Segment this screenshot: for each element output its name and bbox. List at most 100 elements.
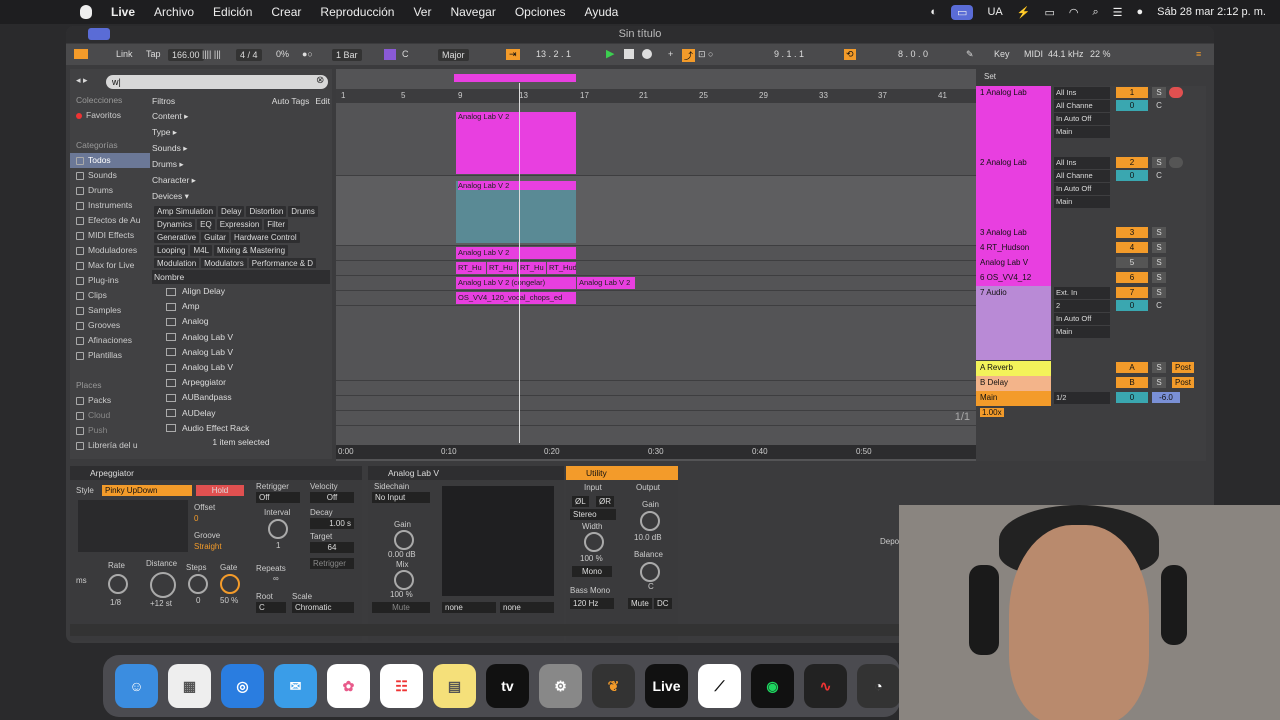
device-title[interactable]: Analog Lab V	[368, 466, 564, 480]
solo-button[interactable]: S	[1152, 377, 1166, 388]
list-item[interactable]: Align Delay	[152, 284, 330, 299]
favorites-item[interactable]: Favoritos	[70, 108, 150, 123]
tag[interactable]: Modulators	[201, 258, 247, 268]
menu-edicion[interactable]: Edición	[213, 5, 252, 19]
nav-arrows-icon[interactable]: ◂ ▸	[76, 75, 88, 86]
output-select[interactable]: Main	[1054, 126, 1110, 138]
category-templates[interactable]: Plantillas	[70, 348, 150, 363]
monitor-select[interactable]: In Auto Off	[1054, 113, 1110, 125]
dock-photos-icon[interactable]: ✿	[327, 664, 370, 708]
track-name[interactable]: 2 Analog Lab	[976, 156, 1051, 226]
input-channel[interactable]: All Channe	[1054, 100, 1110, 112]
monitor-select[interactable]: In Auto Off	[1054, 183, 1110, 195]
nudge-icon[interactable]: |||| |||	[202, 49, 221, 59]
stop-button[interactable]	[624, 49, 634, 59]
main-db[interactable]: -6.0	[1152, 392, 1180, 403]
offset-value[interactable]: 0	[194, 514, 198, 523]
category-instruments[interactable]: Instruments	[70, 198, 150, 213]
arm-button[interactable]	[1169, 87, 1183, 98]
control-center-icon[interactable]: ◐	[930, 6, 937, 18]
decay-field[interactable]: 1.00 s	[310, 518, 354, 529]
volume-field[interactable]: 0	[1116, 100, 1148, 111]
dock-audio-icon[interactable]: ∿	[804, 664, 847, 708]
audio-clip[interactable]: RT_Hud	[547, 262, 576, 274]
distance-knob[interactable]	[150, 572, 176, 598]
velocity-toggle[interactable]: Off	[310, 492, 354, 503]
tap-button[interactable]: Tap	[146, 49, 161, 59]
dock-obs-icon[interactable]: ◔	[857, 664, 900, 708]
phase-left-button[interactable]: ØL	[572, 496, 589, 507]
wifi-icon[interactable]: ◠	[1069, 6, 1079, 19]
apple-icon[interactable]	[80, 5, 92, 19]
clear-search-icon[interactable]: ⊗	[316, 75, 324, 86]
cue-out[interactable]: 1/2	[1054, 392, 1110, 404]
facet-devices[interactable]: Devices ▾	[152, 188, 330, 204]
steps-knob[interactable]	[188, 574, 208, 594]
balance-knob[interactable]	[640, 562, 660, 582]
solo-button[interactable]: S	[1152, 227, 1166, 238]
midi-clip[interactable]: Analog Lab V 2	[456, 112, 576, 174]
record-button[interactable]	[642, 49, 652, 59]
input-channel[interactable]: All Channe	[1054, 170, 1110, 182]
track-lane-1[interactable]: Analog Lab V 2	[336, 104, 976, 176]
input-type[interactable]: Ext. In	[1054, 287, 1110, 299]
tag[interactable]: Delay	[218, 206, 245, 217]
return-track-b[interactable]: B Delay B S Post	[976, 376, 1206, 391]
draw-mode-icon[interactable]: ✎	[966, 49, 974, 60]
overdub-icon[interactable]: +	[668, 49, 673, 59]
solo-button[interactable]: S	[1152, 242, 1166, 253]
mono-button[interactable]: Mono	[572, 566, 612, 577]
track-name[interactable]: B Delay	[976, 376, 1051, 391]
beat-ruler[interactable]: 1 5 9 13 17 21 25 29 33 37 41	[336, 89, 976, 103]
track-name[interactable]: Analog Lab V	[976, 256, 1051, 271]
track-lane-5[interactable]: Analog Lab V 2 (congelar) Analog Lab V 2	[336, 276, 976, 291]
menu-app-name[interactable]: Live	[111, 5, 135, 19]
volume-field[interactable]: 0	[1116, 300, 1148, 311]
hold-button[interactable]: Hold	[196, 485, 244, 496]
tag[interactable]: Dynamics	[154, 219, 196, 230]
search-input[interactable]: w|	[106, 75, 328, 89]
track-activator[interactable]: 1	[1116, 87, 1148, 98]
pan-field[interactable]: C	[1152, 300, 1166, 311]
sidechain-select[interactable]: No Input	[372, 492, 430, 503]
tag[interactable]: Hardware Control	[230, 232, 300, 243]
audio-clip[interactable]: RT_Hu	[518, 262, 546, 274]
post-button[interactable]: Post	[1172, 362, 1194, 373]
set-button[interactable]: Set	[984, 72, 996, 81]
track-lane-4[interactable]: RT_Hu RT_Hu RT_Hu RT_Hud	[336, 261, 976, 276]
track-activator[interactable]: B	[1116, 377, 1148, 388]
repeats-value[interactable]: ∞	[273, 574, 279, 583]
input-language[interactable]: UA	[987, 6, 1002, 18]
tag[interactable]: Drums	[288, 206, 318, 217]
time-ruler[interactable]: 0:00 0:10 0:20 0:30 0:40 0:50	[336, 445, 976, 459]
play-button[interactable]: ▶	[606, 47, 614, 60]
category-clips[interactable]: Clips	[70, 288, 150, 303]
root-select[interactable]: C	[256, 602, 286, 613]
list-item[interactable]: Amp	[152, 299, 330, 314]
pan-field[interactable]: C	[1152, 100, 1166, 111]
quantize-select[interactable]: 1 Bar	[332, 49, 362, 61]
switch-icon[interactable]: ☰	[1113, 6, 1123, 19]
macro-select[interactable]: none	[442, 602, 496, 613]
menu-opciones[interactable]: Opciones	[515, 5, 566, 19]
facet-type[interactable]: Type ▸	[152, 124, 330, 140]
main-lane[interactable]: 1/1	[336, 411, 976, 426]
dock-safari-icon[interactable]: ◎	[221, 664, 264, 708]
return-lane-a[interactable]	[336, 381, 976, 396]
menu-archivo[interactable]: Archivo	[154, 5, 194, 19]
track-header-5[interactable]: Analog Lab V 5 S	[976, 256, 1206, 271]
category-max[interactable]: Max for Live	[70, 258, 150, 273]
auto-tags-button[interactable]: Auto Tags	[272, 96, 310, 106]
track-lane-7[interactable]	[336, 306, 976, 381]
track-name[interactable]: 3 Analog Lab	[976, 226, 1051, 241]
plugin-display[interactable]	[442, 486, 554, 596]
bass-mono-freq[interactable]: 120 Hz	[570, 598, 614, 609]
dock-mail-icon[interactable]: ✉	[274, 664, 317, 708]
category-samples[interactable]: Samples	[70, 303, 150, 318]
track-header-4[interactable]: 4 RT_Hudson 4 S	[976, 241, 1206, 256]
ext-sync-icon[interactable]	[74, 49, 88, 59]
tag[interactable]: Guitar	[201, 232, 229, 243]
dock-fl-studio-icon[interactable]: ❦	[592, 664, 635, 708]
dock-settings-icon[interactable]: ⚙	[539, 664, 582, 708]
list-item[interactable]: Analog Lab V	[152, 345, 330, 360]
